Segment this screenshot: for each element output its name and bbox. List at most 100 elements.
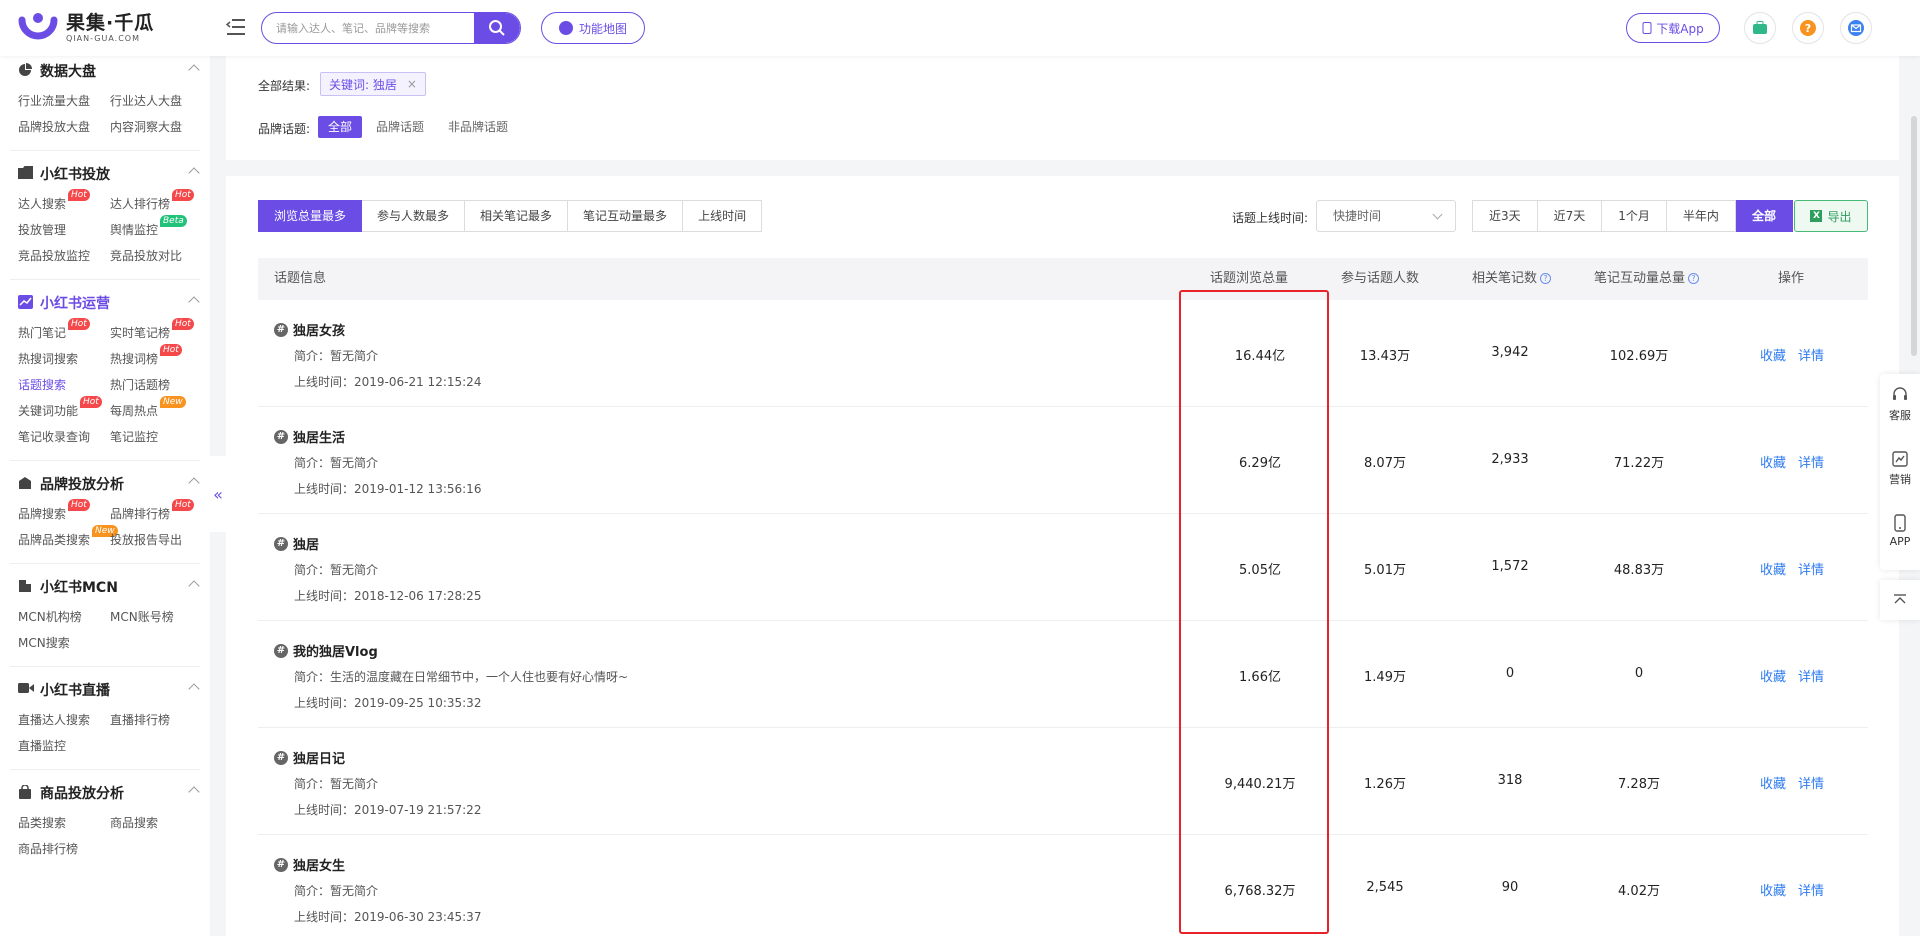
- sidebar-item-brand-search[interactable]: 品牌搜索 Hot: [18, 499, 110, 527]
- briefcase-button[interactable]: [1744, 12, 1776, 44]
- detail-button[interactable]: 详情: [1798, 345, 1824, 364]
- sidebar-item-hot-topics[interactable]: 热门话题榜: [110, 372, 202, 398]
- help-button[interactable]: ?: [1792, 12, 1824, 44]
- sidebar-item-product-search[interactable]: 商品搜索: [110, 810, 202, 836]
- sidebar-section-header[interactable]: 小红书直播: [18, 677, 200, 703]
- col-interactions[interactable]: 笔记互动量总量?: [1594, 258, 1700, 300]
- logo[interactable]: 果集·千瓜 QIAN-GUA.COM: [18, 10, 168, 46]
- col-participants[interactable]: 参与话题人数: [1341, 258, 1419, 300]
- range-1-month[interactable]: 1个月: [1602, 200, 1667, 232]
- collect-button[interactable]: 收藏: [1760, 666, 1786, 685]
- detail-button[interactable]: 详情: [1798, 666, 1824, 685]
- topic-name[interactable]: 独居女生: [293, 855, 345, 874]
- sidebar-section-header[interactable]: 商品投放分析: [18, 780, 200, 806]
- collapse-caret-icon[interactable]: [188, 167, 200, 179]
- menu-toggle-icon[interactable]: [225, 16, 246, 38]
- collapse-caret-icon[interactable]: [188, 580, 200, 592]
- sidebar-item-competitor-monitor[interactable]: 竞品投放监控: [18, 243, 110, 269]
- topic-name[interactable]: 我的独居Vlog: [293, 641, 378, 660]
- close-icon[interactable]: ×: [407, 77, 417, 91]
- topic-name[interactable]: 独居: [293, 534, 319, 553]
- marketing-button[interactable]: 营销: [1880, 450, 1920, 487]
- collect-button[interactable]: 收藏: [1760, 559, 1786, 578]
- sidebar-item-kol-ranking[interactable]: 达人排行榜 Hot: [110, 189, 202, 217]
- sidebar-item-live-ranking[interactable]: 直播排行榜: [110, 707, 202, 733]
- range-3-days[interactable]: 近3天: [1472, 200, 1538, 232]
- sidebar-item-live-kol-search[interactable]: 直播达人搜索: [18, 707, 110, 733]
- sidebar-item-industry-kol[interactable]: 行业达人大盘: [110, 88, 202, 114]
- sidebar-item-mcn-search[interactable]: MCN搜索: [18, 630, 110, 656]
- sidebar-item-content-insight[interactable]: 内容洞察大盘: [110, 114, 202, 140]
- sort-by-notes[interactable]: 相关笔记最多: [465, 200, 569, 232]
- sidebar-item-category-search[interactable]: 品类搜索: [18, 810, 110, 836]
- sidebar-section-header[interactable]: 数据大盘: [18, 58, 200, 84]
- detail-button[interactable]: 详情: [1798, 559, 1824, 578]
- sidebar-item-report-export[interactable]: 投放报告导出: [110, 527, 202, 553]
- collect-button[interactable]: 收藏: [1760, 345, 1786, 364]
- sidebar-item-industry-traffic[interactable]: 行业流量大盘: [18, 88, 110, 114]
- download-app-button[interactable]: 下载App: [1626, 13, 1720, 43]
- sidebar-section-header[interactable]: 小红书投放: [18, 161, 200, 187]
- sidebar-item-mcn-account-ranking[interactable]: MCN账号榜: [110, 604, 202, 630]
- sidebar-item-brand-ranking[interactable]: 品牌排行榜 Hot: [110, 499, 202, 527]
- message-button[interactable]: [1840, 12, 1872, 44]
- col-views[interactable]: 话题浏览总量: [1210, 258, 1288, 300]
- sidebar-item-hot-search-words[interactable]: 热搜词搜索: [18, 346, 110, 372]
- sort-by-online-time[interactable]: 上线时间: [683, 200, 763, 232]
- detail-button[interactable]: 详情: [1798, 773, 1824, 792]
- page-scrollbar[interactable]: [1911, 116, 1917, 356]
- sidebar-item-weekly-hot[interactable]: 每周热点 New: [110, 396, 202, 424]
- search-button[interactable]: [474, 13, 520, 43]
- sidebar-section-header[interactable]: 小红书MCN: [18, 574, 200, 600]
- collapse-caret-icon[interactable]: [188, 64, 200, 76]
- back-to-top-button[interactable]: [1880, 580, 1920, 620]
- range-all[interactable]: 全部: [1735, 200, 1793, 232]
- sidebar-item-mcn-org-ranking[interactable]: MCN机构榜: [18, 604, 110, 630]
- sidebar-item-note-index[interactable]: 笔记收录查询: [18, 424, 110, 450]
- collapse-caret-icon[interactable]: [188, 683, 200, 695]
- collect-button[interactable]: 收藏: [1760, 773, 1786, 792]
- range-7-days[interactable]: 近7天: [1537, 200, 1603, 232]
- sidebar-collapse-icon[interactable]: «: [210, 456, 226, 532]
- quick-time-select[interactable]: 快捷时间: [1316, 200, 1456, 232]
- customer-service-button[interactable]: 客服: [1880, 386, 1920, 423]
- range-half-year[interactable]: 半年内: [1666, 200, 1736, 232]
- sidebar-section-header[interactable]: 小红书运营: [18, 290, 200, 316]
- sidebar-item-realtime-notes[interactable]: 实时笔记榜 Hot: [110, 318, 202, 346]
- detail-button[interactable]: 详情: [1798, 452, 1824, 471]
- sidebar-item-sentiment[interactable]: 舆情监控 Beta: [110, 215, 202, 243]
- brand-topic-option-non-brand[interactable]: 非品牌话题: [438, 116, 518, 138]
- collapse-caret-icon[interactable]: [188, 477, 200, 489]
- sidebar-item-keyword[interactable]: 关键词功能 Hot: [18, 396, 110, 424]
- sidebar-item-brand-delivery[interactable]: 品牌投放大盘: [18, 114, 110, 140]
- sidebar-item-hot-search-ranking[interactable]: 热搜词榜 Hot: [110, 344, 202, 372]
- sidebar-item-topic-search[interactable]: 话题搜索: [18, 372, 110, 398]
- sidebar-item-competitor-compare[interactable]: 竞品投放对比: [110, 243, 202, 269]
- collapse-caret-icon[interactable]: [188, 786, 200, 798]
- topic-name[interactable]: 独居女孩: [293, 320, 345, 339]
- sidebar-item-brand-category[interactable]: 品牌品类搜索 New: [18, 525, 118, 553]
- sidebar-item-note-monitor[interactable]: 笔记监控: [110, 424, 202, 450]
- sort-by-participants[interactable]: 参与人数最多: [362, 200, 466, 232]
- sidebar-item-product-ranking[interactable]: 商品排行榜: [18, 836, 110, 862]
- topic-name[interactable]: 独居生活: [293, 427, 345, 446]
- sidebar-item-live-monitor[interactable]: 直播监控: [18, 733, 110, 759]
- help-icon[interactable]: ?: [1688, 273, 1700, 284]
- help-icon[interactable]: ?: [1540, 273, 1552, 284]
- sidebar-item-kol-search[interactable]: 达人搜索 Hot: [18, 189, 110, 217]
- brand-topic-option-brand[interactable]: 品牌话题: [366, 116, 434, 138]
- topic-name[interactable]: 独居日记: [293, 748, 345, 767]
- collect-button[interactable]: 收藏: [1760, 452, 1786, 471]
- sidebar-item-hot-notes[interactable]: 热门笔记 Hot: [18, 318, 110, 346]
- sort-by-views[interactable]: 浏览总量最多: [258, 200, 363, 232]
- collapse-caret-icon[interactable]: [188, 296, 200, 308]
- function-map-button[interactable]: 功能地图: [541, 12, 645, 44]
- detail-button[interactable]: 详情: [1798, 880, 1824, 899]
- search-input[interactable]: [262, 13, 472, 43]
- col-notes[interactable]: 相关笔记数?: [1472, 258, 1552, 300]
- sort-by-interactions[interactable]: 笔记互动量最多: [568, 200, 684, 232]
- collect-button[interactable]: 收藏: [1760, 880, 1786, 899]
- app-button[interactable]: APP: [1880, 514, 1920, 548]
- brand-topic-option-all[interactable]: 全部: [318, 116, 363, 138]
- sidebar-item-delivery-manage[interactable]: 投放管理: [18, 217, 110, 243]
